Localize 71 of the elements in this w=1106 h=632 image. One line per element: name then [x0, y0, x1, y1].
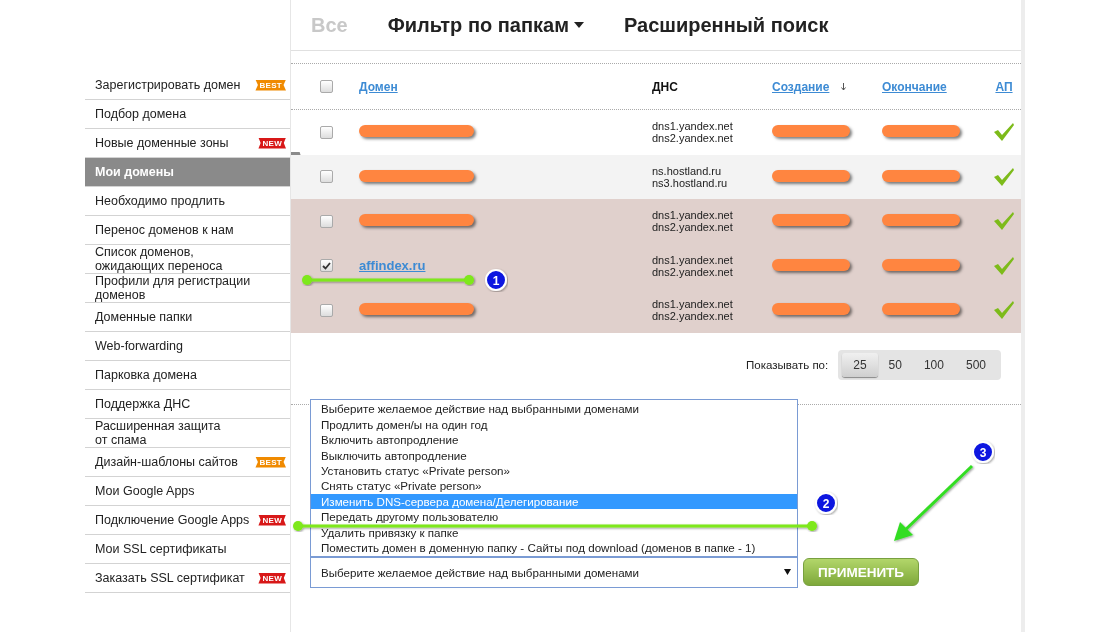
dropdown-option[interactable]: Установить статус «Private person» — [311, 463, 797, 479]
sidebar-item[interactable]: Необходимо продлить — [85, 187, 290, 216]
page-size-option[interactable]: 50 — [877, 352, 913, 377]
dropdown-option[interactable]: Включить автопродление — [311, 432, 797, 448]
table-cell-text: dns2.yandex.net — [652, 221, 734, 234]
filter-tab[interactable]: Фильтр по папкам — [387, 13, 584, 37]
sidebar-item[interactable]: Дизайн-шаблоны сайтов BEST — [85, 448, 290, 477]
checkbox[interactable] — [320, 214, 333, 228]
checkbox[interactable] — [320, 259, 333, 273]
step-marker — [972, 441, 994, 463]
table-cell-text: dns1.yandex.net — [652, 209, 734, 222]
checkbox[interactable] — [320, 303, 333, 317]
table-row[interactable]: ns.hostland.ru ns3.hostland.ru — [291, 154, 1021, 199]
column-header[interactable]: Домен — [359, 79, 398, 94]
sidebar-item[interactable]: Перенос доменов к нам — [85, 216, 290, 245]
sidebar-item[interactable]: Зарегистрировать домен BEST — [85, 71, 290, 100]
column-header[interactable]: Создание — [772, 79, 830, 94]
sidebar-item[interactable]: Мои SSL сертификаты — [85, 535, 290, 564]
sidebar-item[interactable]: Доменные папки — [85, 303, 290, 332]
dropdown-option[interactable]: Продлить домен/ы на один год — [311, 416, 797, 433]
table-cell-text: dns2.yandex.net — [652, 265, 734, 278]
step-number: 2 — [822, 496, 830, 511]
column-header[interactable]: Окончание — [882, 79, 947, 94]
sidebar-item[interactable]: Web-forwarding — [85, 332, 290, 361]
table-cell-text: dns2.yandex.net — [652, 132, 734, 145]
column-header[interactable]: АП — [995, 79, 1013, 94]
badge: NEW — [258, 514, 286, 526]
filter-tab[interactable]: Расширенный поиск — [623, 13, 829, 37]
table-cell-text: ns3.hostland.ru — [652, 176, 729, 189]
table-row[interactable]: dns1.yandex.net dns2.yandex.net — [291, 110, 1021, 155]
sidebar-item[interactable]: Расширенная защита от спама — [85, 419, 290, 448]
dropdown-option[interactable]: Выключить автопродление — [311, 447, 797, 464]
caret-icon — [573, 22, 584, 28]
dropdown-option[interactable]: Поместить домен в доменную папку - Сайты под download (доменов в папке - 1) — [311, 540, 797, 556]
sort-icon — [840, 82, 846, 91]
sidebar-item[interactable]: Поддержка ДНС — [85, 390, 290, 419]
badge: BEST — [255, 79, 286, 91]
dropdown-option[interactable]: Снять статус «Private person» — [311, 478, 797, 494]
sidebar-item[interactable]: Парковка домена — [85, 361, 290, 390]
sidebar-item[interactable]: Профили для регистрации доменов — [85, 274, 290, 303]
table-cell-text: dns1.yandex.net — [652, 253, 734, 266]
dropdown-option[interactable]: Выберите желаемое действие над выбранными доменами — [311, 401, 797, 417]
checkbox[interactable] — [320, 170, 333, 184]
sidebar-item[interactable]: Подбор домена — [85, 100, 290, 129]
page-size-option[interactable]: 100 — [912, 352, 955, 377]
badge: NEW — [258, 572, 286, 584]
step-number: 3 — [979, 445, 987, 460]
table-cell-text: dns1.yandex.net — [652, 298, 734, 311]
badge: NEW — [258, 137, 286, 149]
sidebar-item[interactable]: Мои Google Apps — [85, 477, 290, 506]
checkbox[interactable] — [320, 80, 333, 93]
dropdown-option[interactable]: Удалить привязку к папке — [311, 524, 797, 541]
dropdown-option[interactable]: Передать другому пользователю — [311, 509, 797, 525]
table-cell-text: dns1.yandex.net — [652, 120, 734, 133]
column-header: ДНС — [652, 79, 678, 94]
checkbox[interactable] — [320, 125, 333, 139]
badge: BEST — [255, 456, 286, 468]
table-row[interactable]: dns1.yandex.net dns2.yandex.net — [291, 288, 1021, 333]
caret-icon — [784, 569, 791, 575]
table-cell-text: ns.hostland.ru — [652, 164, 723, 177]
action-select[interactable]: Выберите желаемое действие над выбранными доменами — [310, 556, 798, 588]
page-size-option[interactable]: 500 — [954, 352, 997, 377]
table-row[interactable]: dns1.yandex.net dns2.yandex.net — [291, 199, 1021, 244]
step-number: 1 — [492, 273, 500, 288]
step-marker — [815, 492, 837, 514]
sidebar-item[interactable]: Подключение Google Apps NEW — [85, 506, 290, 535]
page-size-option[interactable]: 25 — [842, 352, 878, 377]
sidebar-item[interactable]: Список доменов, ожидающих переноса — [85, 245, 290, 274]
sidebar-item[interactable]: Заказать SSL сертификат NEW — [85, 564, 290, 593]
table-cell-text: dns2.yandex.net — [652, 310, 734, 323]
page-size-label: Показывать по: — [746, 358, 829, 371]
